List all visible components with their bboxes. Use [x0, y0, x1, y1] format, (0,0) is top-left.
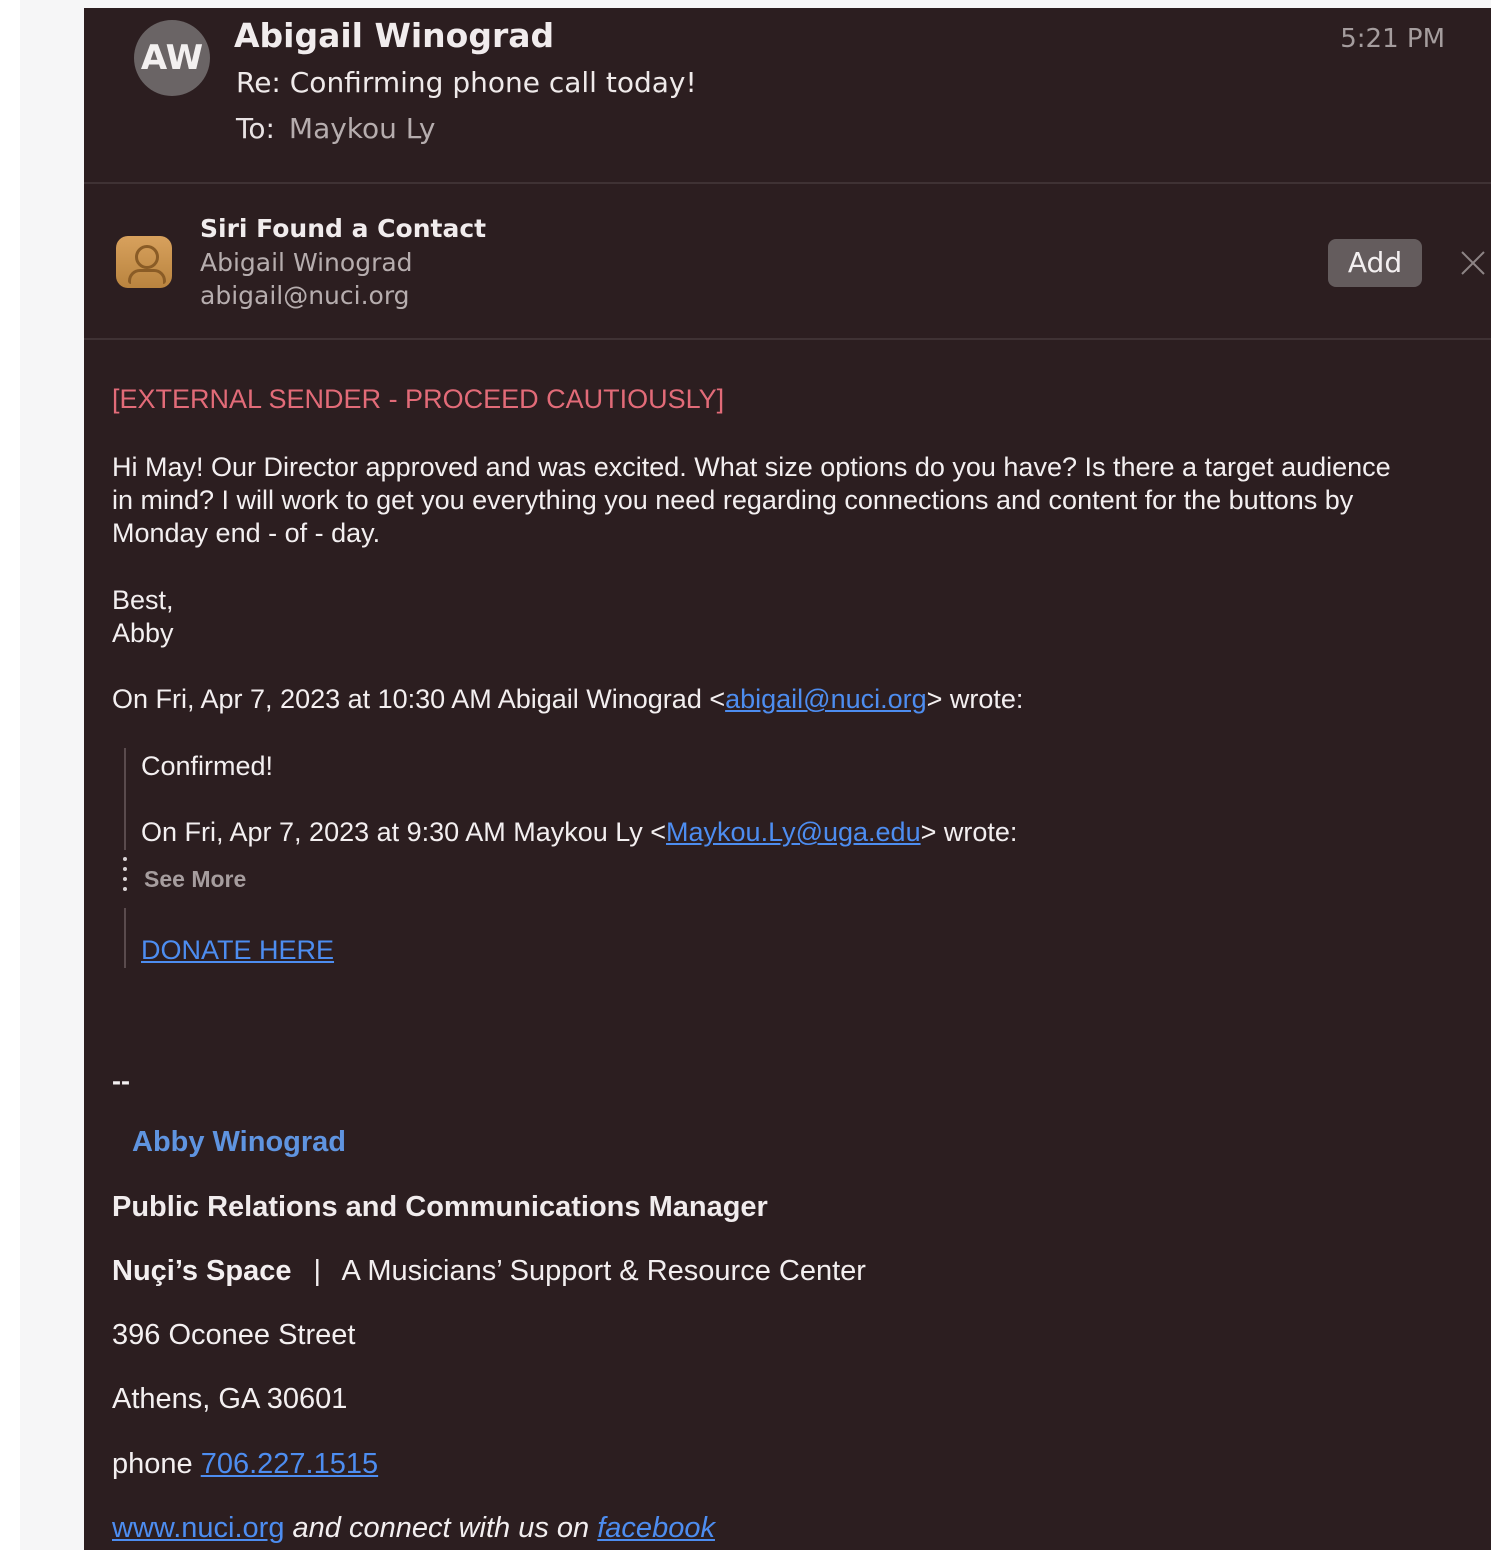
recipient-row: To: Maykou Ly [236, 112, 435, 145]
quoted-intro-suffix: > wrote: [920, 817, 1018, 847]
quote-bar [124, 748, 126, 850]
closing-text: Best, [112, 585, 174, 615]
reply-email-link[interactable]: abigail@nuci.org [725, 684, 927, 714]
siri-divider [84, 338, 1491, 340]
phone-link[interactable]: 706.227.1515 [201, 1448, 378, 1480]
reply-intro: On Fri, Apr 7, 2023 at 10:30 AM Abigail … [112, 684, 1023, 715]
facebook-link[interactable]: facebook [597, 1512, 715, 1544]
org-separator: | [313, 1255, 322, 1287]
signature-city: Athens, GA 30601 [112, 1383, 348, 1415]
signature-street: 396 Oconee Street [112, 1319, 356, 1351]
avatar: AW [134, 20, 210, 96]
signature-separator: -- [112, 1066, 130, 1096]
paragraph-line: Hi May! Our Director approved and was ex… [112, 452, 1391, 482]
signoff-text: Abby [112, 618, 174, 648]
donate-link-row: DONATE HERE [141, 935, 334, 966]
subject-line: Re: Confirming phone call today! [236, 66, 697, 99]
signature-name: Abby Winograd [132, 1126, 347, 1158]
message-list-edge [20, 0, 84, 1550]
connect-text: and connect with us on [292, 1512, 590, 1544]
signature-phone-row: phone 706.227.1515 [112, 1448, 378, 1481]
see-more-button[interactable]: See More [144, 866, 246, 893]
reply-intro-prefix: On Fri, Apr 7, 2023 at 10:30 AM Abigail … [112, 684, 726, 714]
external-sender-warning: [EXTERNAL SENDER - PROCEED CAUTIOUSLY] [112, 384, 725, 414]
quoted-intro: On Fri, Apr 7, 2023 at 9:30 AM Maykou Ly… [141, 817, 1017, 848]
signature-title: Public Relations and Communications Mana… [112, 1191, 768, 1223]
paragraph-line: in mind? I will work to get you everythi… [112, 485, 1354, 515]
recipient-name[interactable]: Maykou Ly [289, 112, 435, 145]
quoted-intro-prefix: On Fri, Apr 7, 2023 at 9:30 AM Maykou Ly… [141, 817, 667, 847]
phone-label: phone [112, 1448, 193, 1480]
quote-bar-lower [124, 908, 126, 968]
add-contact-button[interactable]: Add [1328, 239, 1422, 287]
message-paragraph: Hi May! Our Director approved and was ex… [112, 451, 1391, 550]
siri-contact-name: Abigail Winograd [200, 248, 413, 277]
left-gutter [0, 0, 20, 1550]
sender-name[interactable]: Abigail Winograd [234, 16, 554, 55]
to-label: To: [236, 112, 275, 145]
paragraph-line: Monday end - of - day. [112, 518, 381, 548]
quoted-confirmed: Confirmed! [141, 751, 274, 781]
message-pane: AW Abigail Winograd Re: Confirming phone… [84, 8, 1491, 1550]
website-link[interactable]: www.nuci.org [112, 1512, 284, 1544]
org-name: Nuçi’s Space [112, 1255, 292, 1287]
more-dots-icon[interactable] [122, 857, 128, 901]
message-closing: Best, Abby [112, 584, 174, 650]
signature-web-row: www.nuci.org and connect with us on face… [112, 1512, 715, 1545]
org-tagline: A Musicians’ Support & Resource Center [341, 1255, 866, 1287]
reply-intro-suffix: > wrote: [926, 684, 1024, 714]
siri-suggestion-title: Siri Found a Contact [200, 214, 487, 243]
contacts-app-icon [116, 236, 172, 288]
header-divider [84, 182, 1491, 184]
donate-link[interactable]: DONATE HERE [141, 935, 334, 965]
siri-contact-email: abigail@nuci.org [200, 281, 410, 310]
timestamp: 5:21 PM [1340, 24, 1445, 54]
signature-org-row: Nuçi’s Space | A Musicians’ Support & Re… [112, 1255, 866, 1288]
close-icon[interactable] [1458, 248, 1488, 278]
quoted-email-link[interactable]: Maykou.Ly@uga.edu [666, 817, 921, 847]
